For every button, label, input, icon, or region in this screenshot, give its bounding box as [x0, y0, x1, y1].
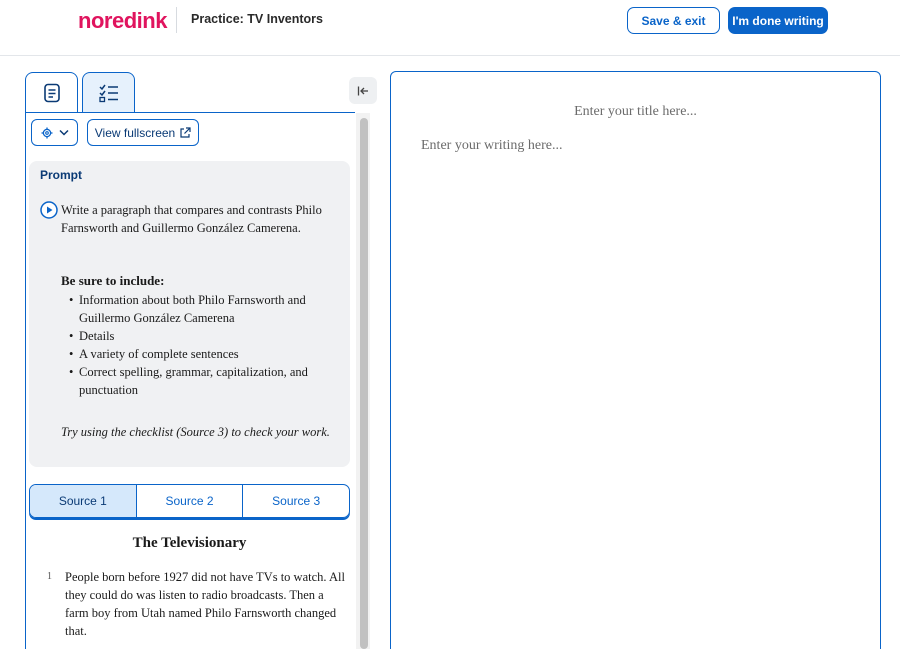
checklist-icon [98, 84, 118, 103]
logo-part-red: red [103, 8, 137, 33]
noredink-logo[interactable]: noredink [78, 8, 167, 34]
scrollbar-thumb[interactable] [360, 118, 368, 649]
article-title: The Televisionary [132, 535, 247, 551]
settings-dropdown-button[interactable] [31, 119, 78, 146]
source-tabs: Source 1 Source 2 Source 3 [29, 484, 350, 518]
view-fullscreen-label: View fullscreen [94, 125, 176, 140]
tab-source-1[interactable]: Source 1 [30, 485, 137, 517]
view-fullscreen-button[interactable]: View fullscreen [87, 119, 199, 146]
tab-source-3[interactable]: Source 3 [243, 485, 349, 517]
title-input[interactable] [391, 104, 880, 120]
tab-sources[interactable] [25, 72, 78, 113]
prompt-box: Prompt Write a paragraph that compares a… [29, 161, 350, 467]
writing-textarea[interactable] [421, 138, 861, 638]
chevron-down-icon [58, 129, 69, 136]
prompt-text: Write a paragraph that compares and cont… [61, 203, 322, 235]
writing-editor [390, 71, 881, 649]
app-header: noredink Practice: TV Inventors Save & e… [0, 0, 900, 56]
logo-part-no: no [78, 8, 104, 33]
collapse-panel-button[interactable] [349, 77, 377, 104]
document-icon [43, 83, 60, 103]
article-paragraph: People born before 1927 did not have TVs… [65, 570, 345, 638]
list-item: A variety of complete sentences [69, 345, 339, 363]
requirements-list: Information about both Philo Farnsworth … [69, 291, 339, 399]
tab-source-2[interactable]: Source 2 [137, 485, 244, 517]
tab-checklist[interactable] [82, 72, 135, 113]
paragraph-number: 1 [47, 571, 52, 582]
include-title: Be sure to include: [61, 273, 165, 288]
external-expand-icon [180, 127, 191, 138]
list-item: Correct spelling, grammar, capitalizatio… [69, 363, 339, 399]
list-item: Information about both Philo Farnsworth … [69, 291, 339, 327]
header-divider [176, 7, 177, 33]
done-writing-button[interactable]: I'm done writing [728, 7, 828, 34]
checklist-hint: Try using the checklist (Source 3) to ch… [61, 425, 330, 439]
page-title: Practice: TV Inventors [191, 12, 323, 26]
collapse-left-icon [357, 86, 368, 95]
logo-part-ink: ink [136, 8, 168, 33]
save-exit-button[interactable]: Save & exit [627, 7, 720, 34]
play-audio-icon[interactable] [40, 201, 58, 219]
list-item: Details [69, 327, 339, 345]
gear-icon [41, 127, 52, 138]
prompt-label: Prompt [40, 168, 82, 182]
